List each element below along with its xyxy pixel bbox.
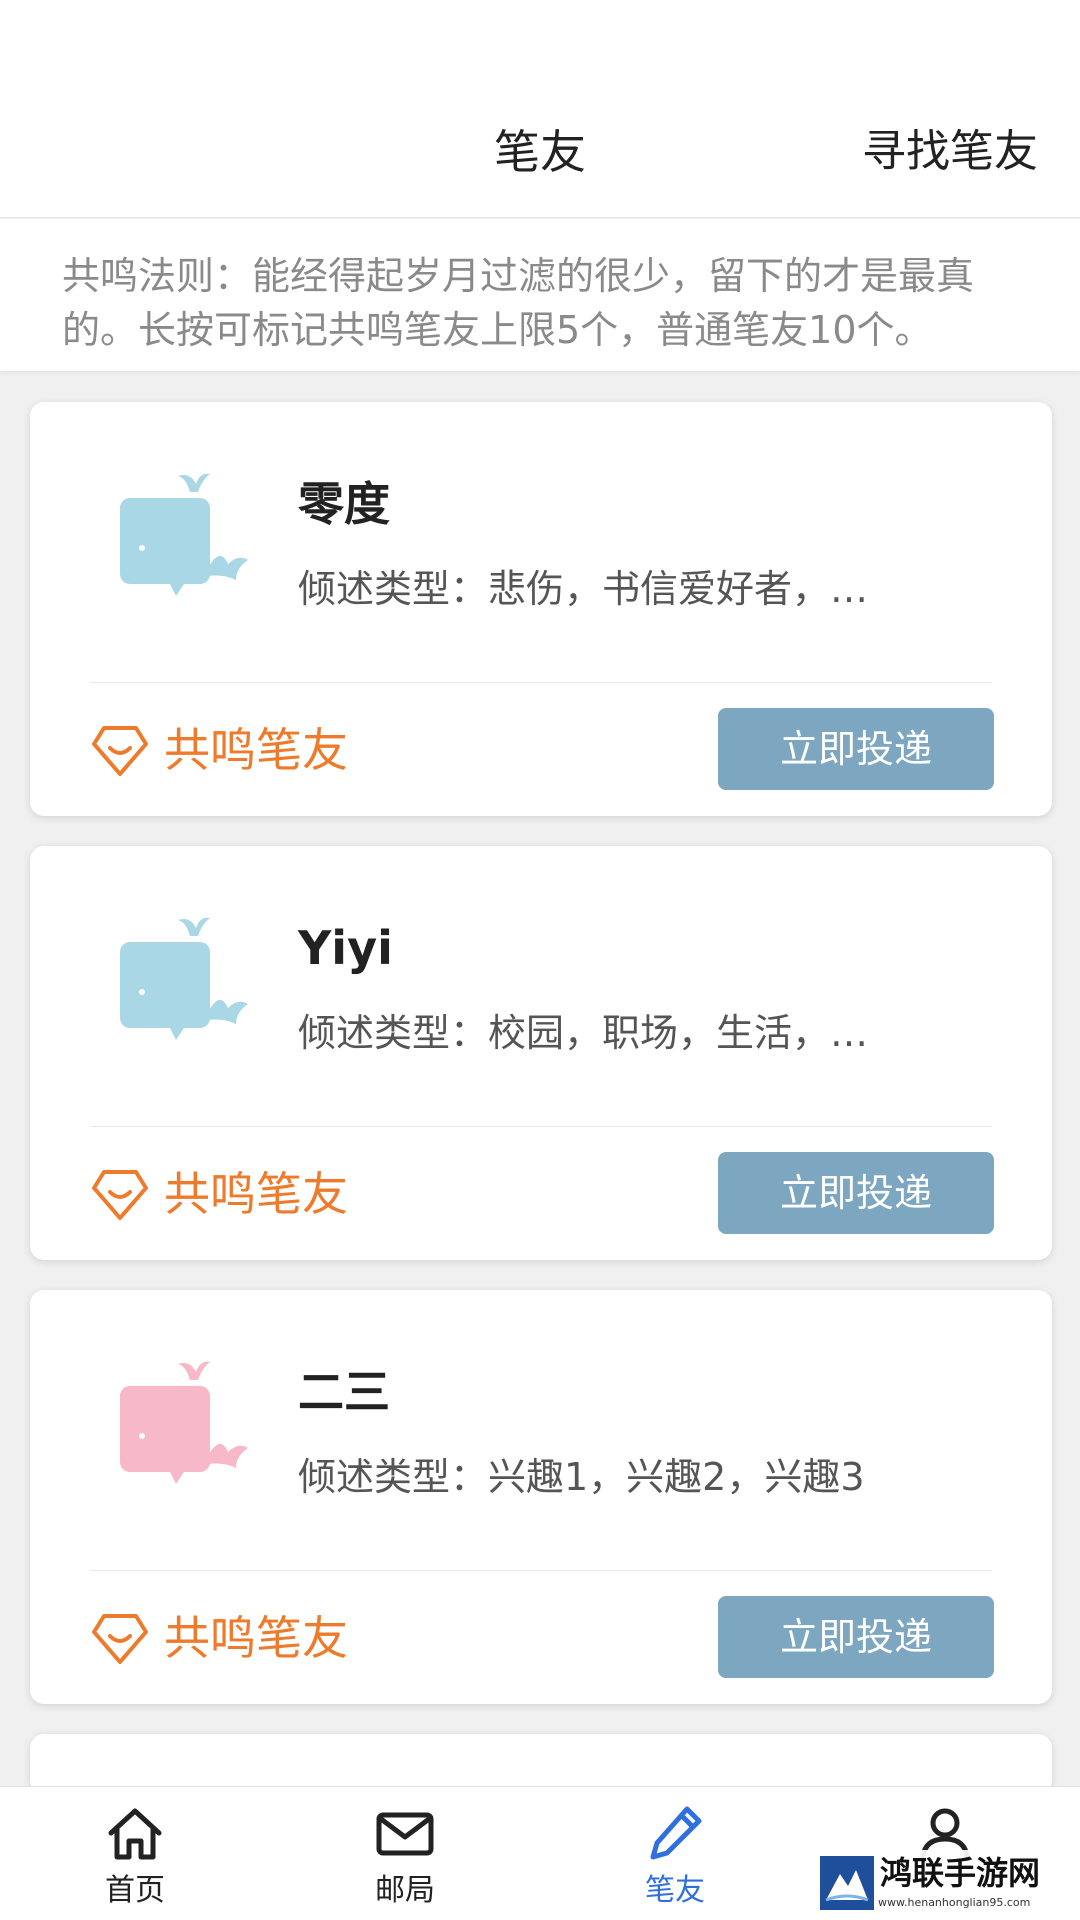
resonate-label: 共鸣笔友 xyxy=(164,723,348,777)
find-penpal-button[interactable]: 寻找笔友 xyxy=(862,122,1038,182)
tab-home[interactable]: 首页 xyxy=(0,1787,270,1920)
penpal-card-partial[interactable] xyxy=(30,1734,1052,1794)
mail-icon xyxy=(376,1812,434,1856)
penpal-types: 倾述类型：悲伤，书信爱好者，… xyxy=(298,567,869,611)
card-divider xyxy=(90,682,992,683)
tab-penpal[interactable]: 笔友 xyxy=(540,1787,810,1920)
diamond-icon xyxy=(92,1170,148,1220)
penpal-name: 二三 xyxy=(298,1365,390,1419)
penpal-name: Yiyi xyxy=(298,921,393,975)
whale-icon xyxy=(120,917,248,1040)
send-now-button[interactable]: 立即投递 xyxy=(718,708,994,790)
card-divider xyxy=(90,1126,992,1127)
whale-icon xyxy=(120,1361,248,1484)
penpal-types: 倾述类型：校园，职场，生活，… xyxy=(298,1011,869,1055)
watermark-logo-icon xyxy=(820,1856,874,1910)
penpal-types: 倾述类型：兴趣1，兴趣2，兴趣3 xyxy=(298,1455,865,1499)
watermark-url: www.henanhonglian95.com xyxy=(878,1896,1031,1909)
watermark-title: 鸿联手游网 xyxy=(880,1854,1041,1892)
penpal-card[interactable]: Yiyi 倾述类型：校园，职场，生活，… 共鸣笔友 立即投递 xyxy=(30,846,1052,1260)
tab-label: 笔友 xyxy=(645,1873,705,1908)
diamond-icon xyxy=(92,1614,148,1664)
tab-label: 首页 xyxy=(105,1873,165,1908)
diamond-icon xyxy=(92,726,148,776)
top-bar: 笔友 寻找笔友 xyxy=(0,0,1080,218)
resonate-penpal-toggle[interactable]: 共鸣笔友 xyxy=(90,1608,348,1668)
home-icon xyxy=(108,1808,162,1860)
tab-post-office[interactable]: 邮局 xyxy=(270,1787,540,1920)
resonate-label: 共鸣笔友 xyxy=(164,1167,348,1221)
send-now-button[interactable]: 立即投递 xyxy=(718,1596,994,1678)
card-divider xyxy=(90,1570,992,1571)
penpal-card[interactable]: 二三 倾述类型：兴趣1，兴趣2，兴趣3 共鸣笔友 立即投递 xyxy=(30,1290,1052,1704)
tab-label: 邮局 xyxy=(375,1873,435,1908)
resonance-rule-notice: 共鸣法则：能经得起岁月过滤的很少，留下的才是最真的。长按可标记共鸣笔友上限5个，… xyxy=(0,219,1080,371)
send-now-button[interactable]: 立即投递 xyxy=(718,1152,994,1234)
site-watermark: 鸿联手游网 www.henanhonglian95.com xyxy=(820,1850,1070,1916)
penpal-card[interactable]: 零度 倾述类型：悲伤，书信爱好者，… 共鸣笔友 立即投递 xyxy=(30,402,1052,816)
resonate-label: 共鸣笔友 xyxy=(164,1611,348,1665)
resonate-penpal-toggle[interactable]: 共鸣笔友 xyxy=(90,1164,348,1224)
pen-icon xyxy=(650,1806,702,1860)
penpal-name: 零度 xyxy=(298,477,390,531)
resonate-penpal-toggle[interactable]: 共鸣笔友 xyxy=(90,720,348,780)
whale-icon xyxy=(120,473,248,596)
